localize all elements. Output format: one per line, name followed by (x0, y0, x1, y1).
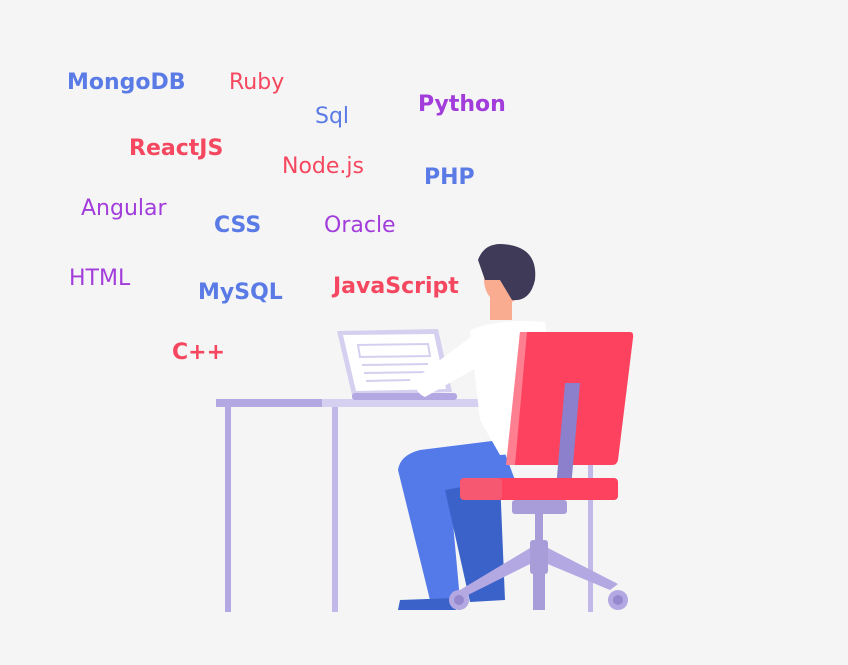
developer-illustration (216, 244, 634, 612)
